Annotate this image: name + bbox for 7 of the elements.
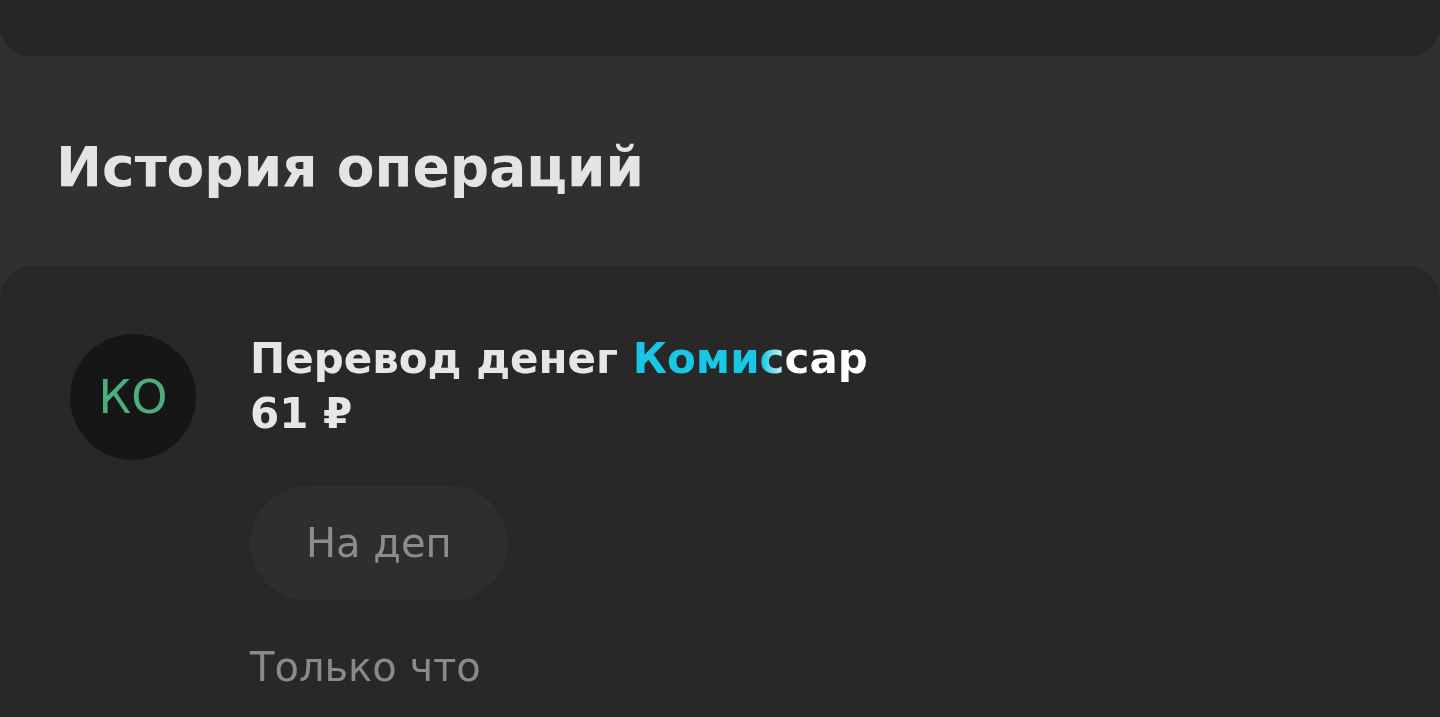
operation-card[interactable]: КО Перевод денег Комиссар 61 ₽ На деп Только что — [0, 266, 1440, 717]
operation-time: Только что — [250, 644, 481, 691]
operation-title: Перевод денег Комиссар — [250, 333, 868, 385]
operation-amount: 61 ₽ — [250, 387, 353, 440]
avatar: КО — [70, 334, 196, 460]
message-bubble: На деп — [250, 486, 508, 601]
section-title: История операций — [56, 134, 646, 200]
